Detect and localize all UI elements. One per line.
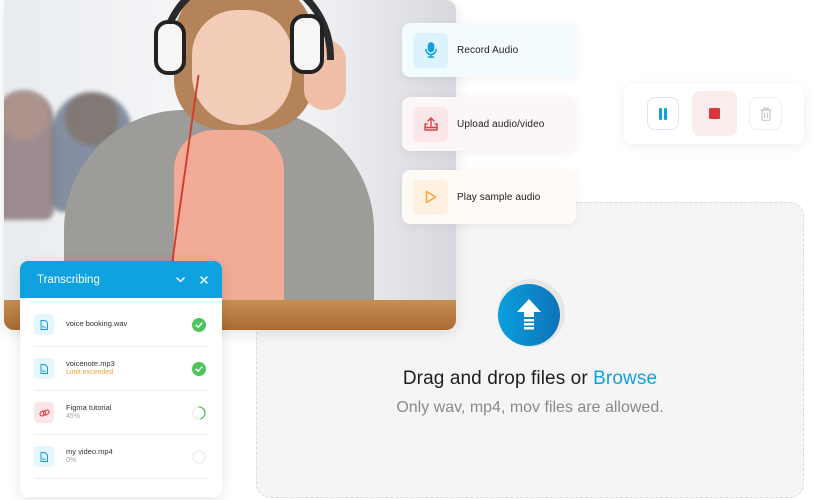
file-item[interactable]: voicenote.mp3 Limit exceeded — [34, 347, 208, 391]
close-icon — [200, 275, 208, 284]
record-audio-button[interactable]: Record Audio — [402, 23, 576, 77]
play-sample-audio-label: Play sample audio — [457, 191, 541, 203]
microphone-icon — [413, 32, 448, 68]
upload-arrow-button[interactable] — [498, 284, 560, 346]
drop-zone-title: Drag and drop files or Browse — [256, 368, 804, 390]
upload-icon — [413, 106, 448, 142]
check-circle-icon — [192, 317, 206, 332]
play-icon — [413, 179, 448, 215]
delete-button[interactable] — [749, 97, 782, 130]
audio-file-icon — [34, 358, 54, 379]
recorder-controls — [624, 84, 804, 144]
file-name: voice booking.wav — [66, 319, 128, 329]
link-icon — [34, 402, 54, 423]
file-status: 0% — [66, 457, 77, 465]
file-item[interactable]: Figma tutorial 45% — [34, 391, 208, 435]
audio-file-icon — [34, 314, 54, 335]
pause-button[interactable] — [647, 97, 679, 130]
pause-icon — [659, 107, 667, 120]
close-button[interactable] — [192, 268, 216, 292]
play-sample-audio-button[interactable]: Play sample audio — [402, 170, 576, 224]
file-name: my video.mp4 — [66, 446, 113, 456]
file-name: voicenote.mp3 — [66, 358, 115, 368]
trash-icon — [760, 107, 771, 121]
progress-ring — [192, 405, 206, 420]
check-circle-icon — [192, 361, 206, 376]
collapse-button[interactable] — [168, 268, 192, 292]
upload-arrow-icon — [517, 299, 541, 330]
upload-audio-video-button[interactable]: Upload audio/video — [402, 97, 576, 151]
drop-zone-subtitle: Only wav, mp4, mov files are allowed. — [396, 399, 664, 416]
upload-audio-video-label: Upload audio/video — [457, 118, 545, 130]
progress-ring — [192, 449, 206, 464]
transcribing-panel-header: Transcribing — [20, 261, 222, 298]
browse-link[interactable]: Browse — [593, 368, 657, 389]
stop-button[interactable] — [692, 91, 737, 136]
chevron-down-icon — [175, 276, 185, 282]
audio-file-icon — [34, 446, 54, 467]
file-item[interactable]: voice booking.wav — [34, 298, 208, 347]
file-list: voice booking.wav voicenote.mp3 Limit ex… — [20, 298, 222, 479]
drop-zone-title-text: Drag and drop files or — [402, 368, 594, 389]
file-item[interactable]: my video.mp4 0% — [34, 435, 208, 479]
record-audio-label: Record Audio — [457, 44, 519, 56]
file-name: Figma tutorial — [66, 402, 112, 412]
transcribing-panel-title: Transcribing — [37, 273, 100, 286]
stop-icon — [709, 108, 720, 119]
file-status: 45% — [66, 413, 81, 421]
file-status: Limit exceeded — [66, 369, 114, 377]
transcribing-panel: Transcribing voice booking.wav voicenote… — [20, 261, 222, 497]
